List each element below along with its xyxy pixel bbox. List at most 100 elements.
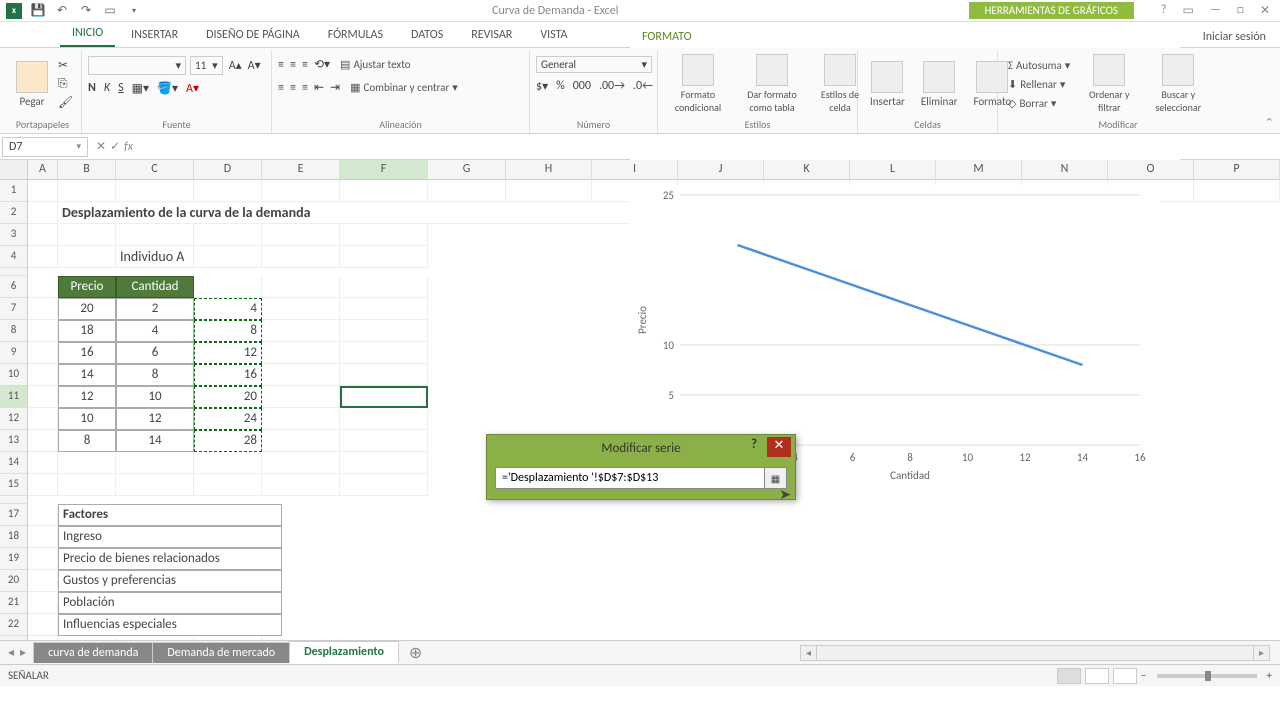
help-icon[interactable]: ?	[1161, 3, 1167, 18]
indent-increase-icon[interactable]: ⇥	[330, 80, 340, 95]
align-right-icon[interactable]: ≡	[302, 81, 308, 95]
qat-dropdown-icon[interactable]: ▾	[126, 3, 142, 19]
increase-decimal-icon[interactable]: .00→	[599, 79, 625, 94]
tab-vista[interactable]: VISTA	[528, 23, 579, 47]
col-header-i[interactable]: I	[592, 160, 678, 180]
col-header-o[interactable]: O	[1108, 160, 1194, 180]
align-left-icon[interactable]: ≡	[278, 81, 284, 95]
spreadsheet-grid[interactable]: A B C D E F G H I J K L M N O P 1 2Despl…	[0, 160, 1280, 640]
fx-icon[interactable]: fx	[124, 140, 133, 154]
currency-icon[interactable]: $▾	[536, 79, 548, 94]
border-icon[interactable]: ▦▾	[132, 81, 149, 96]
series-range-input[interactable]	[496, 468, 764, 488]
wrap-text-button[interactable]: ▤Ajustar texto	[336, 56, 415, 73]
col-header-d[interactable]: D	[194, 160, 262, 180]
sheet-nav-next-icon[interactable]: ▸	[20, 645, 26, 660]
align-bottom-icon[interactable]: ≡	[302, 58, 308, 72]
sheet-tab-2[interactable]: Demanda de mercado	[152, 642, 290, 663]
collapse-dialog-button[interactable]: ▦➤	[764, 468, 786, 488]
dialog-close-button[interactable]: ✕	[767, 437, 791, 457]
signin-link[interactable]: Iniciar sesión	[1203, 30, 1266, 44]
view-page-layout-button[interactable]	[1085, 668, 1109, 684]
factor-row[interactable]: Población	[58, 592, 282, 614]
align-top-icon[interactable]: ≡	[278, 58, 284, 72]
factor-row[interactable]: Ingreso	[58, 526, 282, 548]
minimize-icon[interactable]: —	[1210, 3, 1221, 18]
new-sheet-button[interactable]: ⊕	[399, 643, 432, 663]
col-header-n[interactable]: N	[1022, 160, 1108, 180]
col-header-c[interactable]: C	[116, 160, 194, 180]
factor-row[interactable]: Influencias especiales	[58, 614, 282, 636]
font-name-box[interactable]: ▾	[88, 56, 186, 75]
copy-icon[interactable]: ⎘	[58, 77, 73, 91]
italic-button[interactable]: K	[104, 81, 110, 96]
name-box[interactable]: D7▾	[2, 137, 88, 157]
header-precio[interactable]: Precio	[58, 276, 116, 298]
find-select-button[interactable]: Buscar y seleccionar	[1144, 52, 1212, 116]
number-format-box[interactable]: General▾	[536, 56, 652, 73]
grow-font-icon[interactable]: A▴	[227, 56, 244, 75]
merge-center-button[interactable]: ▦Combinar y centrar▾	[346, 79, 462, 96]
clear-button[interactable]: ◇ Borrar▾	[1004, 95, 1074, 112]
factor-row[interactable]: Gustos y preferencias	[58, 570, 282, 592]
col-header-h[interactable]: H	[506, 160, 592, 180]
save-icon[interactable]: 💾	[30, 3, 46, 19]
collapse-ribbon-icon[interactable]: ⌃	[1265, 116, 1274, 129]
format-as-table-button[interactable]: Dar formato como tabla	[736, 52, 808, 116]
comma-icon[interactable]: 000	[573, 79, 591, 94]
shrink-font-icon[interactable]: A▾	[246, 56, 263, 75]
conditional-format-button[interactable]: Formato condicional	[664, 52, 732, 116]
col-header-e[interactable]: E	[262, 160, 340, 180]
close-icon[interactable]: ✕	[1260, 3, 1270, 18]
col-header-j[interactable]: J	[678, 160, 764, 180]
col-header-a[interactable]: A	[28, 160, 58, 180]
delete-cells-button[interactable]: Eliminar	[915, 59, 964, 110]
indent-decrease-icon[interactable]: ⇤	[314, 80, 324, 95]
tab-revisar[interactable]: REVISAR	[459, 23, 524, 47]
cut-icon[interactable]: ✂	[58, 58, 73, 73]
select-all-corner[interactable]	[0, 160, 28, 180]
col-header-b[interactable]: B	[58, 160, 116, 180]
align-center-icon[interactable]: ≡	[290, 81, 296, 95]
undo-icon[interactable]: ↶	[54, 3, 70, 19]
header-cantidad[interactable]: Cantidad	[116, 276, 194, 298]
new-doc-icon[interactable]: ▭	[102, 3, 118, 19]
sheet-tab-3[interactable]: Desplazamiento	[289, 641, 399, 664]
underline-button[interactable]: S	[118, 81, 124, 96]
zoom-out-button[interactable]: −	[1141, 669, 1146, 682]
zoom-slider[interactable]	[1157, 674, 1257, 678]
col-header-m[interactable]: M	[936, 160, 1022, 180]
view-page-break-button[interactable]	[1113, 668, 1137, 684]
view-normal-button[interactable]	[1057, 668, 1081, 684]
decrease-decimal-icon[interactable]: .0←	[633, 79, 653, 94]
sheet-tab-1[interactable]: curva de demanda	[33, 642, 153, 663]
col-header-f[interactable]: F	[340, 160, 428, 180]
autosum-button[interactable]: Σ Autosuma▾	[1004, 57, 1074, 74]
tab-insertar[interactable]: INSERTAR	[119, 23, 190, 47]
paste-button[interactable]: Pegar	[10, 59, 54, 110]
sort-filter-button[interactable]: Ordenar y filtrar	[1078, 52, 1140, 116]
format-painter-icon[interactable]: 🖌	[58, 95, 73, 110]
percent-icon[interactable]: %	[556, 79, 565, 94]
zoom-in-button[interactable]: +	[1267, 669, 1272, 682]
col-header-l[interactable]: L	[850, 160, 936, 180]
factors-title[interactable]: Factores	[58, 504, 282, 526]
factor-row[interactable]: Precio de bienes relacionados	[58, 548, 282, 570]
col-header-g[interactable]: G	[428, 160, 506, 180]
tab-formulas[interactable]: FÓRMULAS	[316, 23, 395, 47]
tab-datos[interactable]: DATOS	[399, 23, 455, 47]
cancel-formula-icon[interactable]: ✕	[96, 139, 106, 154]
ribbon-display-icon[interactable]: ▭	[1182, 3, 1193, 18]
bold-button[interactable]: N	[88, 81, 96, 96]
maximize-icon[interactable]: □	[1237, 3, 1244, 18]
orientation-icon[interactable]: ⟲▾	[314, 57, 330, 72]
font-color-icon[interactable]: A▾	[186, 81, 199, 96]
col-header-p[interactable]: P	[1194, 160, 1280, 180]
tab-inicio[interactable]: INICIO	[60, 21, 115, 47]
redo-icon[interactable]: ↷	[78, 3, 94, 19]
dialog-help-button[interactable]: ?	[743, 437, 765, 457]
horizontal-scrollbar[interactable]: ◂ ▸	[800, 645, 1270, 661]
tab-diseno-pagina[interactable]: DISEÑO DE PÁGINA	[194, 23, 312, 47]
subtitle[interactable]: Individuo A	[116, 246, 194, 268]
selected-cell[interactable]	[340, 386, 428, 408]
